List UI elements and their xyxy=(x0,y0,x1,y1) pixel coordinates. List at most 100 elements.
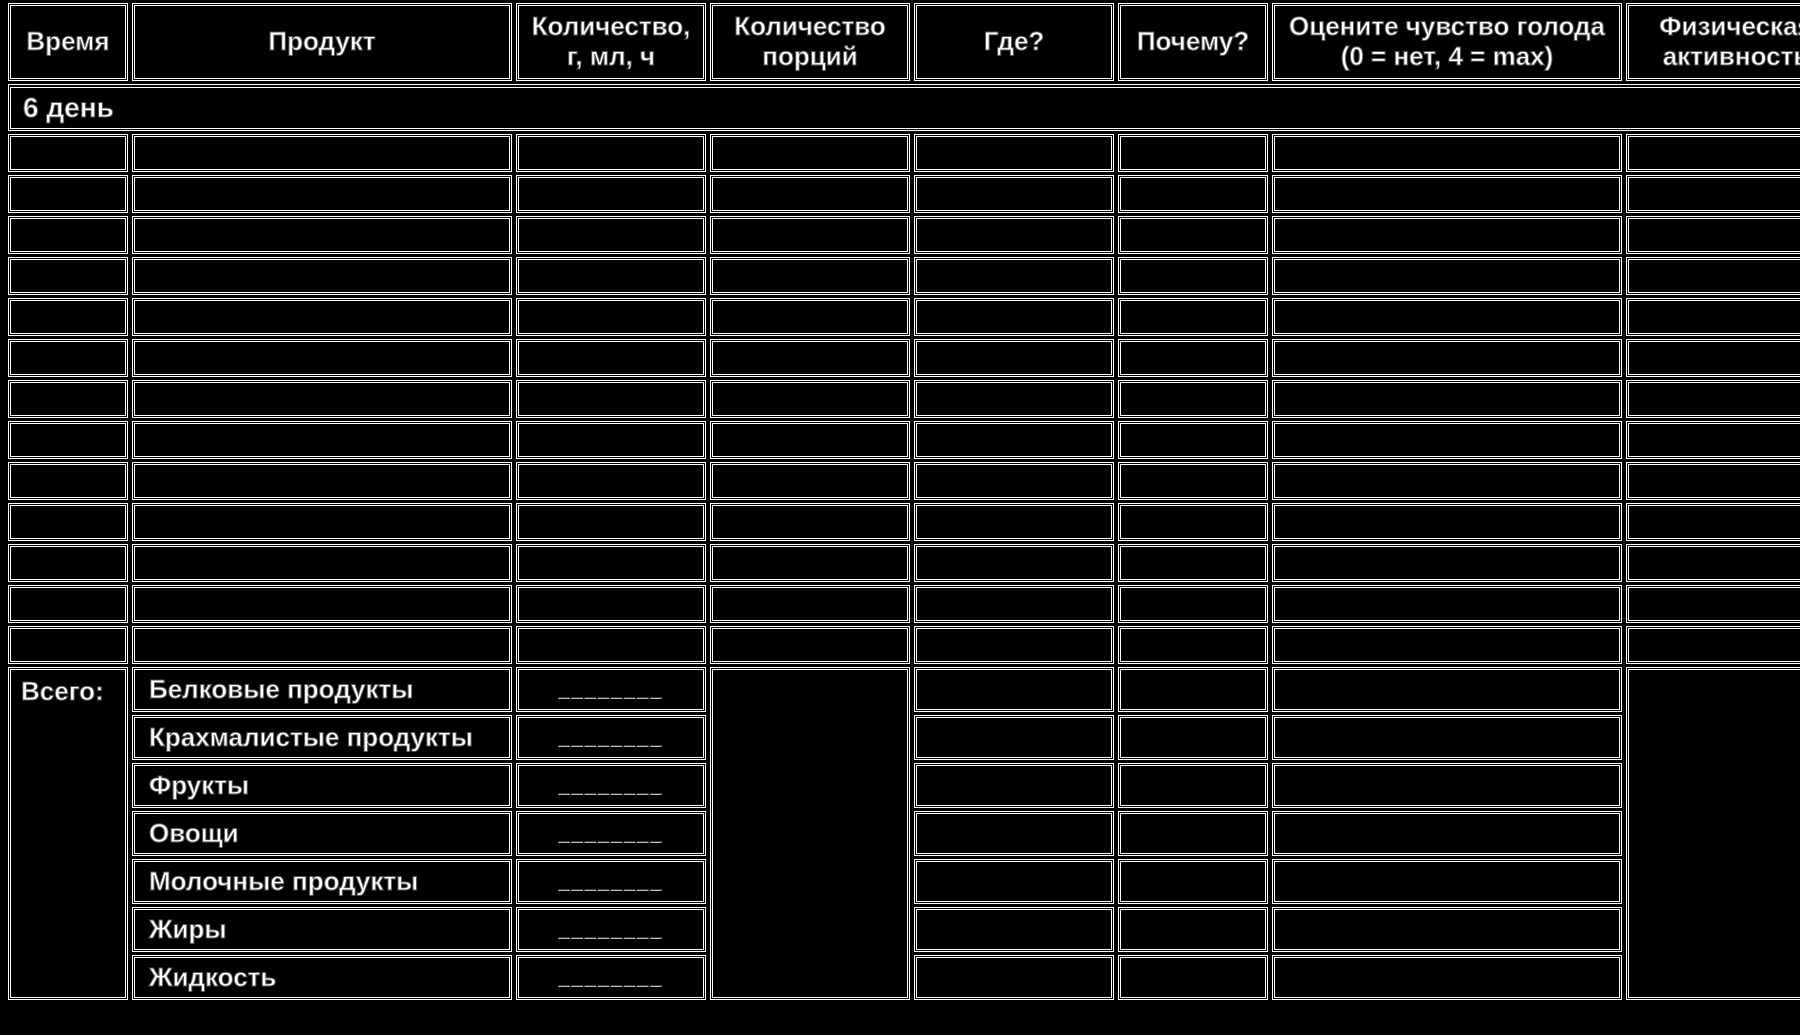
entry-cell[interactable] xyxy=(1118,298,1268,336)
entry-cell[interactable] xyxy=(1118,421,1268,459)
entry-cell[interactable] xyxy=(1626,257,1800,295)
totals-quantity-blank[interactable]: ________ xyxy=(516,907,706,952)
entry-cell[interactable] xyxy=(1626,462,1800,500)
entry-cell[interactable] xyxy=(914,544,1114,582)
entry-cell[interactable] xyxy=(516,421,706,459)
entry-cell[interactable] xyxy=(516,544,706,582)
entry-cell[interactable] xyxy=(914,298,1114,336)
entry-cell[interactable] xyxy=(516,585,706,623)
entry-cell[interactable] xyxy=(710,216,910,254)
entry-cell[interactable] xyxy=(132,216,512,254)
entry-cell[interactable] xyxy=(516,503,706,541)
totals-quantity-blank[interactable]: ________ xyxy=(516,763,706,808)
entry-cell[interactable] xyxy=(132,462,512,500)
entry-cell[interactable] xyxy=(1626,585,1800,623)
entry-cell[interactable] xyxy=(1118,503,1268,541)
entry-cell[interactable] xyxy=(132,257,512,295)
entry-cell[interactable] xyxy=(1272,257,1622,295)
entry-cell[interactable] xyxy=(8,257,128,295)
entry-cell[interactable] xyxy=(914,380,1114,418)
entry-cell[interactable] xyxy=(710,257,910,295)
entry-cell[interactable] xyxy=(132,544,512,582)
entry-cell[interactable] xyxy=(516,380,706,418)
entry-cell[interactable] xyxy=(710,544,910,582)
entry-cell[interactable] xyxy=(8,216,128,254)
entry-cell[interactable] xyxy=(132,421,512,459)
entry-cell[interactable] xyxy=(516,134,706,172)
entry-cell[interactable] xyxy=(914,503,1114,541)
entry-cell[interactable] xyxy=(516,462,706,500)
entry-cell[interactable] xyxy=(8,380,128,418)
entry-cell[interactable] xyxy=(1118,544,1268,582)
entry-cell[interactable] xyxy=(8,298,128,336)
entry-cell[interactable] xyxy=(1272,503,1622,541)
entry-cell[interactable] xyxy=(914,134,1114,172)
entry-cell[interactable] xyxy=(1118,380,1268,418)
entry-cell[interactable] xyxy=(8,421,128,459)
entry-cell[interactable] xyxy=(1272,585,1622,623)
entry-cell[interactable] xyxy=(1626,134,1800,172)
entry-cell[interactable] xyxy=(1118,585,1268,623)
entry-cell[interactable] xyxy=(8,544,128,582)
entry-cell[interactable] xyxy=(1626,175,1800,213)
entry-cell[interactable] xyxy=(914,626,1114,664)
entry-cell[interactable] xyxy=(8,503,128,541)
entry-cell[interactable] xyxy=(1272,175,1622,213)
entry-cell[interactable] xyxy=(1272,544,1622,582)
entry-cell[interactable] xyxy=(914,585,1114,623)
entry-cell[interactable] xyxy=(1272,462,1622,500)
entry-cell[interactable] xyxy=(516,257,706,295)
entry-cell[interactable] xyxy=(710,503,910,541)
entry-cell[interactable] xyxy=(8,175,128,213)
entry-cell[interactable] xyxy=(8,339,128,377)
entry-cell[interactable] xyxy=(710,298,910,336)
entry-cell[interactable] xyxy=(516,175,706,213)
entry-cell[interactable] xyxy=(516,339,706,377)
entry-cell[interactable] xyxy=(710,380,910,418)
entry-cell[interactable] xyxy=(1272,216,1622,254)
entry-cell[interactable] xyxy=(1272,626,1622,664)
totals-quantity-blank[interactable]: ________ xyxy=(516,859,706,904)
entry-cell[interactable] xyxy=(516,626,706,664)
entry-cell[interactable] xyxy=(1626,298,1800,336)
entry-cell[interactable] xyxy=(132,585,512,623)
entry-cell[interactable] xyxy=(1272,421,1622,459)
entry-cell[interactable] xyxy=(1626,421,1800,459)
entry-cell[interactable] xyxy=(1626,503,1800,541)
entry-cell[interactable] xyxy=(1118,216,1268,254)
entry-cell[interactable] xyxy=(710,585,910,623)
entry-cell[interactable] xyxy=(710,339,910,377)
entry-cell[interactable] xyxy=(132,380,512,418)
entry-cell[interactable] xyxy=(914,462,1114,500)
entry-cell[interactable] xyxy=(132,339,512,377)
totals-quantity-blank[interactable]: ________ xyxy=(516,955,706,1000)
entry-cell[interactable] xyxy=(132,298,512,336)
entry-cell[interactable] xyxy=(914,339,1114,377)
entry-cell[interactable] xyxy=(1118,257,1268,295)
entry-cell[interactable] xyxy=(1118,175,1268,213)
entry-cell[interactable] xyxy=(710,462,910,500)
totals-quantity-blank[interactable]: ________ xyxy=(516,667,706,712)
totals-quantity-blank[interactable]: ________ xyxy=(516,715,706,760)
entry-cell[interactable] xyxy=(710,626,910,664)
entry-cell[interactable] xyxy=(710,421,910,459)
entry-cell[interactable] xyxy=(132,626,512,664)
entry-cell[interactable] xyxy=(1626,544,1800,582)
entry-cell[interactable] xyxy=(1626,626,1800,664)
entry-cell[interactable] xyxy=(516,298,706,336)
entry-cell[interactable] xyxy=(1626,339,1800,377)
entry-cell[interactable] xyxy=(1272,298,1622,336)
entry-cell[interactable] xyxy=(132,503,512,541)
entry-cell[interactable] xyxy=(1118,134,1268,172)
entry-cell[interactable] xyxy=(1118,626,1268,664)
entry-cell[interactable] xyxy=(1118,339,1268,377)
entry-cell[interactable] xyxy=(1272,134,1622,172)
entry-cell[interactable] xyxy=(132,134,512,172)
entry-cell[interactable] xyxy=(914,216,1114,254)
entry-cell[interactable] xyxy=(710,134,910,172)
entry-cell[interactable] xyxy=(8,626,128,664)
entry-cell[interactable] xyxy=(8,462,128,500)
entry-cell[interactable] xyxy=(8,134,128,172)
entry-cell[interactable] xyxy=(914,175,1114,213)
entry-cell[interactable] xyxy=(914,421,1114,459)
